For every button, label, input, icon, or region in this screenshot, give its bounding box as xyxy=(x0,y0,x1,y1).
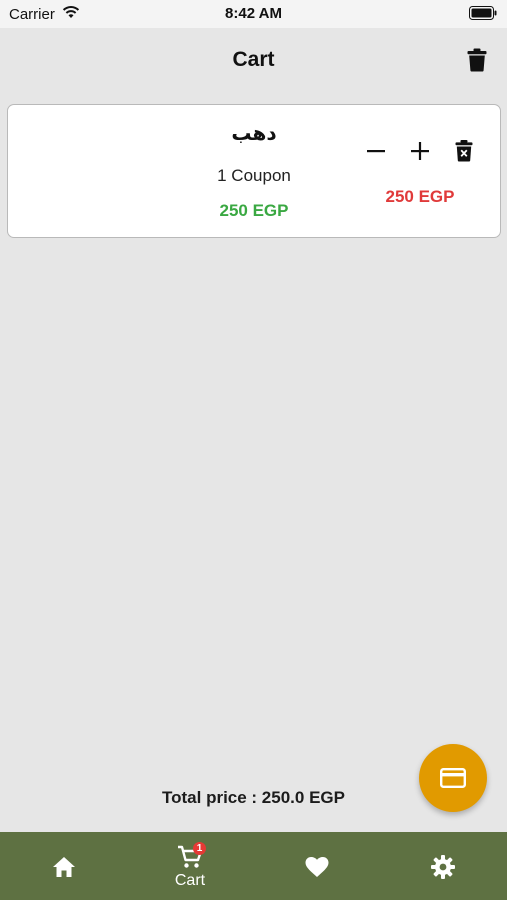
nav-settings[interactable] xyxy=(403,832,483,900)
battery-icon xyxy=(469,6,497,20)
nav-cart[interactable]: 1 Cart xyxy=(150,832,230,900)
home-icon xyxy=(53,857,75,877)
decrease-quantity-button[interactable] xyxy=(360,135,392,167)
credit-card-icon xyxy=(440,768,466,788)
gear-icon xyxy=(431,855,455,879)
plus-icon xyxy=(411,142,429,160)
item-quantity: 1 Coupon xyxy=(217,166,291,185)
cart-item-card: دهب 1 Coupon 250 EGP 250 EGP xyxy=(7,104,501,238)
delete-item-icon xyxy=(455,140,473,162)
quantity-controls xyxy=(360,135,480,167)
nav-cart-label: Cart xyxy=(174,872,206,889)
heart-icon xyxy=(305,857,329,877)
remove-item-button[interactable] xyxy=(448,135,480,167)
status-time: 8:42 AM xyxy=(225,5,282,22)
nav-favorites[interactable] xyxy=(277,832,357,900)
app-bar: Cart xyxy=(0,28,507,94)
minus-icon xyxy=(367,150,385,153)
page-title: Cart xyxy=(232,48,275,71)
clear-cart-button[interactable] xyxy=(463,44,491,76)
cart-badge: 1 xyxy=(193,842,206,855)
checkout-button[interactable] xyxy=(419,744,487,812)
bottom-nav: 1 Cart xyxy=(0,832,507,900)
nav-home[interactable] xyxy=(24,832,104,900)
status-bar: Carrier 8:42 AM xyxy=(0,0,507,28)
item-total-price: 250 EGP xyxy=(385,187,455,206)
trash-icon xyxy=(467,48,487,72)
increase-quantity-button[interactable] xyxy=(404,135,436,167)
